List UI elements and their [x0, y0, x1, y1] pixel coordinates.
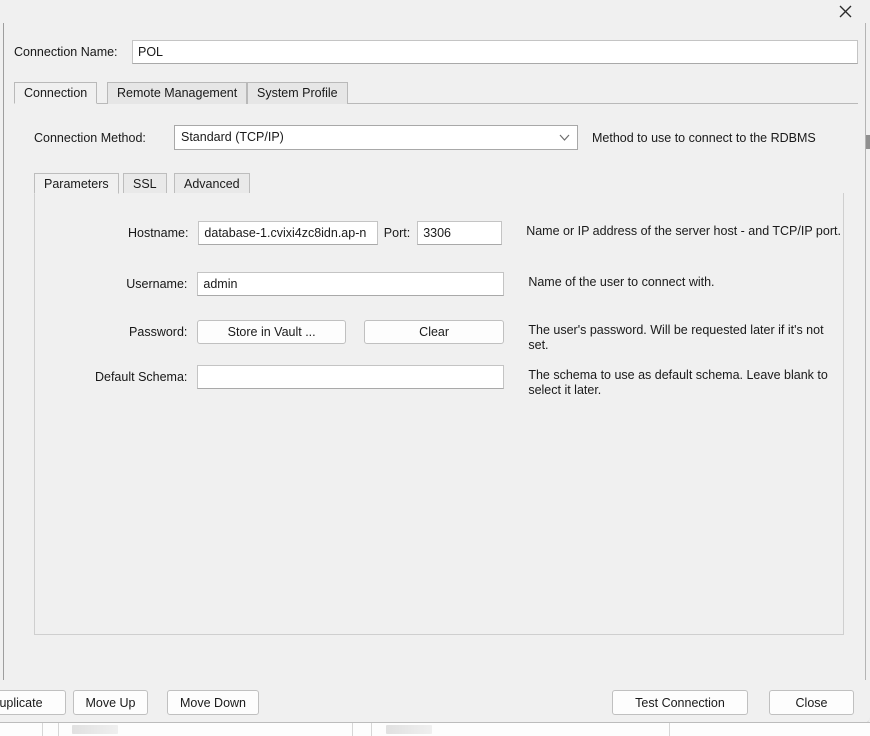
- background-window-strip: [0, 722, 870, 736]
- dialog-right-edge: [865, 23, 870, 680]
- password-label: Password:: [129, 325, 188, 339]
- port-label: Port:: [383, 226, 411, 240]
- hostname-row: Hostname: Port: Name or IP address of th…: [35, 221, 845, 245]
- default-schema-label: Default Schema:: [94, 370, 188, 384]
- chevron-down-icon: [559, 126, 570, 149]
- default-schema-row: Default Schema: The schema to use as def…: [35, 365, 845, 398]
- connection-method-row: Connection Method: Standard (TCP/IP) Met…: [34, 125, 816, 150]
- background-smudge: [72, 725, 118, 734]
- connection-method-select[interactable]: Standard (TCP/IP): [174, 125, 578, 150]
- tab-remote-management[interactable]: Remote Management: [107, 82, 248, 104]
- main-tabstrip: Connection Remote Management System Prof…: [14, 82, 858, 104]
- tab-ssl[interactable]: SSL: [123, 173, 167, 194]
- clear-password-button[interactable]: Clear: [363, 320, 505, 344]
- username-input[interactable]: [197, 272, 505, 296]
- hostname-input[interactable]: [198, 221, 378, 245]
- tab-advanced[interactable]: Advanced: [174, 173, 250, 194]
- test-connection-button[interactable]: Test Connection: [612, 690, 748, 715]
- tab-remote-management-label: Remote Management: [117, 86, 238, 100]
- connection-method-value: Standard (TCP/IP): [181, 130, 284, 144]
- password-row: Password: Store in Vault ... Clear The u…: [35, 320, 845, 353]
- dialog-button-bar: uplicate Move Up Move Down Test Connecti…: [0, 682, 870, 723]
- connection-name-row: Connection Name:: [14, 40, 858, 64]
- default-schema-help-text: The schema to use as default schema. Lea…: [528, 368, 828, 397]
- dialog-titlebar: [0, 0, 870, 23]
- move-up-button[interactable]: Move Up: [73, 690, 148, 715]
- close-button[interactable]: Close: [769, 690, 854, 715]
- tab-system-profile[interactable]: System Profile: [247, 82, 348, 104]
- close-window-button[interactable]: [828, 1, 862, 22]
- tab-parameters-label: Parameters: [44, 177, 109, 191]
- tab-parameters[interactable]: Parameters: [34, 173, 119, 194]
- tab-ssl-label: SSL: [133, 177, 157, 191]
- parameters-panel-body: Hostname: Port: Name or IP address of th…: [34, 193, 844, 635]
- default-schema-input[interactable]: [197, 365, 505, 389]
- duplicate-button[interactable]: uplicate: [0, 690, 66, 715]
- background-cell: [353, 723, 372, 736]
- connection-method-hint: Method to use to connect to the RDBMS: [592, 130, 816, 145]
- tab-connection-label: Connection: [24, 86, 88, 100]
- dialog-left-edge: [0, 23, 4, 680]
- close-icon: [839, 5, 852, 18]
- connection-method-label: Connection Method:: [34, 130, 146, 145]
- tab-connection[interactable]: Connection: [14, 82, 98, 104]
- hostname-label: Hostname:: [127, 226, 189, 240]
- username-help-text: Name of the user to connect with.: [528, 275, 715, 289]
- manage-connections-dialog: Connection Name: Connection Remote Manag…: [0, 0, 870, 724]
- background-cell: [43, 723, 59, 736]
- hostname-help-text: Name or IP address of the server host - …: [526, 224, 841, 238]
- background-smudge: [386, 725, 432, 734]
- connection-name-label: Connection Name:: [14, 45, 118, 59]
- username-row: Username: Name of the user to connect wi…: [35, 272, 845, 296]
- username-label: Username:: [126, 277, 188, 291]
- background-scrollbar-thumb[interactable]: [866, 135, 870, 149]
- password-help-text: The user's password. Will be requested l…: [528, 323, 824, 352]
- tab-system-profile-label: System Profile: [257, 86, 338, 100]
- store-in-vault-button[interactable]: Store in Vault ...: [197, 320, 346, 344]
- parameters-tabstrip: Parameters SSL Advanced: [34, 173, 844, 194]
- move-down-button[interactable]: Move Down: [167, 690, 259, 715]
- port-input[interactable]: [417, 221, 503, 245]
- background-cell: [0, 723, 43, 736]
- tab-advanced-label: Advanced: [184, 177, 240, 191]
- connection-parameters-panel: Parameters SSL Advanced Hostname: Port: …: [34, 173, 844, 635]
- connection-name-input[interactable]: [132, 40, 858, 64]
